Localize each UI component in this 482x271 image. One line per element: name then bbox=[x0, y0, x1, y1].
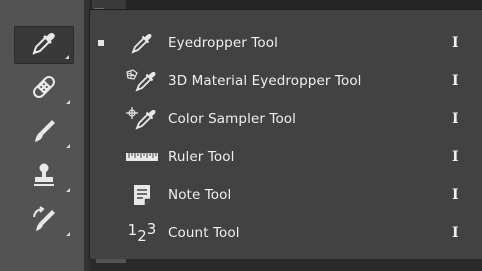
eyedropper-icon bbox=[122, 28, 162, 58]
menu-item-count-tool[interactable]: 123 Count Tool I bbox=[90, 214, 482, 252]
menu-item-color-sampler-tool[interactable]: Color Sampler Tool I bbox=[90, 100, 482, 138]
menu-item-ruler-tool[interactable]: Ruler Tool I bbox=[90, 138, 482, 176]
menu-item-shortcut: I bbox=[452, 149, 459, 165]
brush-tool-button[interactable] bbox=[14, 114, 74, 152]
tool-group-indicator bbox=[66, 100, 70, 104]
tool-group-indicator bbox=[66, 232, 70, 236]
photoshop-window: Eyedropper Tool I 3D Material Eyedropper… bbox=[0, 0, 482, 271]
menu-item-3d-material-eyedropper-tool[interactable]: 3D Material Eyedropper Tool I bbox=[90, 62, 482, 100]
stamp-icon bbox=[30, 161, 58, 193]
tool-group-indicator bbox=[65, 55, 69, 59]
menu-item-note-tool[interactable]: Note Tool I bbox=[90, 176, 482, 214]
tools-panel bbox=[0, 0, 84, 271]
eyedropper-tool-flyout-menu: Eyedropper Tool I 3D Material Eyedropper… bbox=[90, 10, 482, 259]
flyout-bottom-tab bbox=[96, 259, 126, 263]
3d-material-eyedropper-icon bbox=[122, 66, 162, 96]
note-icon bbox=[122, 180, 162, 210]
menu-item-eyedropper-tool[interactable]: Eyedropper Tool I bbox=[90, 24, 482, 62]
menu-item-label: Color Sampler Tool bbox=[168, 111, 297, 127]
menu-item-shortcut: I bbox=[452, 225, 459, 241]
menu-item-label: Count Tool bbox=[168, 225, 240, 241]
menu-item-label: Eyedropper Tool bbox=[168, 35, 278, 51]
count-icon: 123 bbox=[122, 218, 162, 248]
selected-indicator bbox=[98, 40, 104, 46]
tool-group-indicator bbox=[66, 144, 70, 148]
count-digit: 1 bbox=[127, 221, 138, 239]
menu-item-shortcut: I bbox=[452, 73, 459, 89]
clone-stamp-tool-button[interactable] bbox=[14, 158, 74, 196]
menu-item-shortcut: I bbox=[452, 35, 459, 51]
bandage-icon bbox=[29, 72, 59, 106]
brush-icon bbox=[30, 117, 58, 149]
eyedropper-tool-button[interactable] bbox=[14, 26, 74, 64]
history-brush-tool-button[interactable] bbox=[14, 202, 74, 240]
menu-item-label: 3D Material Eyedropper Tool bbox=[168, 73, 362, 89]
eyedropper-icon bbox=[31, 30, 57, 60]
menu-item-shortcut: I bbox=[452, 187, 459, 203]
tool-group-indicator bbox=[66, 188, 70, 192]
menu-item-shortcut: I bbox=[452, 111, 459, 127]
history-brush-icon bbox=[30, 205, 58, 237]
count-digit: 2 bbox=[137, 227, 147, 245]
menu-item-label: Note Tool bbox=[168, 187, 232, 203]
flyout-bottom-edge bbox=[90, 259, 482, 271]
spot-healing-tool-button[interactable] bbox=[14, 70, 74, 108]
color-sampler-icon bbox=[122, 104, 162, 134]
ruler-icon bbox=[122, 142, 162, 172]
menu-item-label: Ruler Tool bbox=[168, 149, 235, 165]
count-digit: 3 bbox=[146, 220, 157, 238]
